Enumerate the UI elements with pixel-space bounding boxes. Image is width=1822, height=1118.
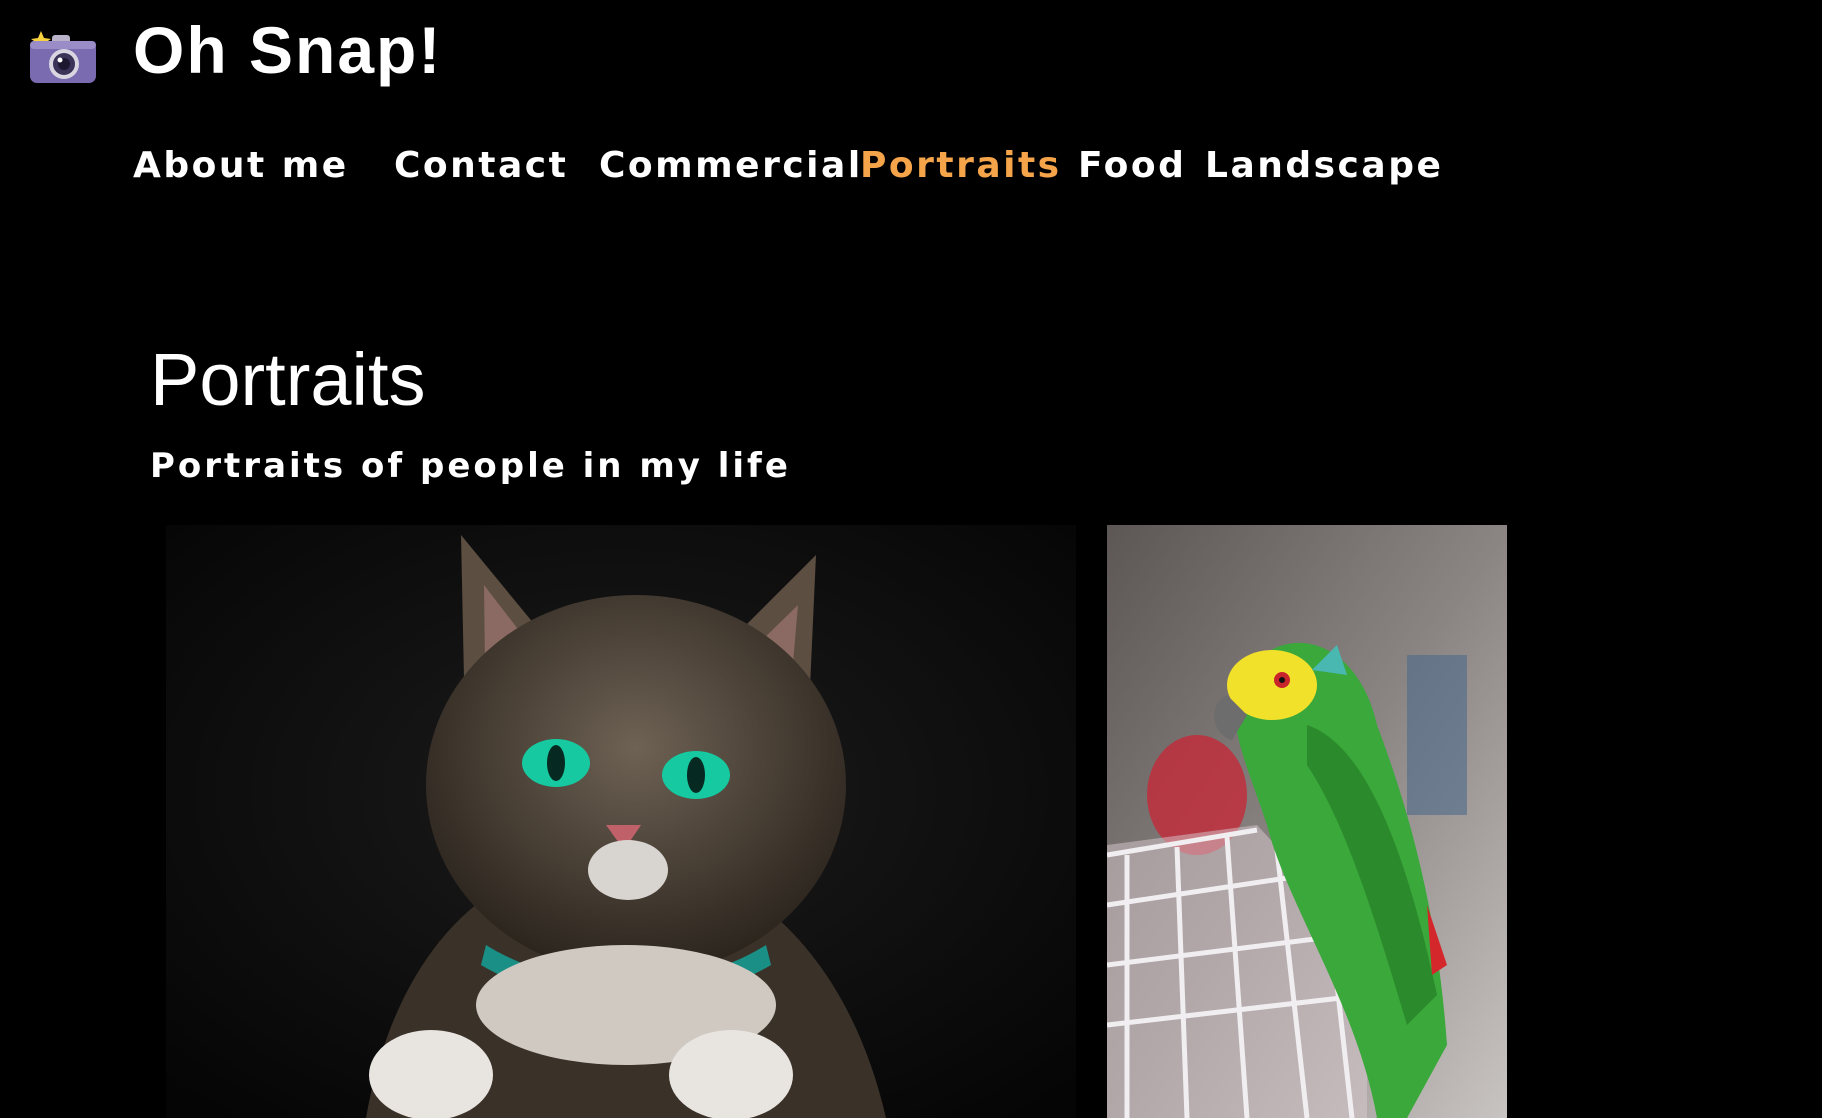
cat-image: [166, 525, 1076, 1118]
nav-item-portraits[interactable]: Portraits: [860, 138, 1062, 194]
cat-photo[interactable]: [166, 525, 1076, 1118]
nav-item-commercial[interactable]: Commercial: [599, 138, 863, 194]
parrot-image: [1107, 525, 1507, 1118]
main-nav: About me Contact Commercial Portraits Fo…: [0, 138, 1822, 194]
page-title: Portraits: [150, 338, 426, 421]
nav-item-food[interactable]: Food: [1078, 138, 1186, 194]
nav-item-about-me[interactable]: About me: [133, 138, 349, 194]
site-title[interactable]: Oh Snap!: [133, 10, 442, 90]
nav-item-landscape[interactable]: Landscape: [1205, 138, 1443, 194]
site-header: [28, 12, 98, 102]
page-subtitle: Portraits of people in my life: [150, 446, 791, 486]
nav-item-contact[interactable]: Contact: [394, 138, 568, 194]
camera-with-flash-icon[interactable]: [28, 27, 98, 87]
parrot-photo[interactable]: [1107, 525, 1507, 1118]
